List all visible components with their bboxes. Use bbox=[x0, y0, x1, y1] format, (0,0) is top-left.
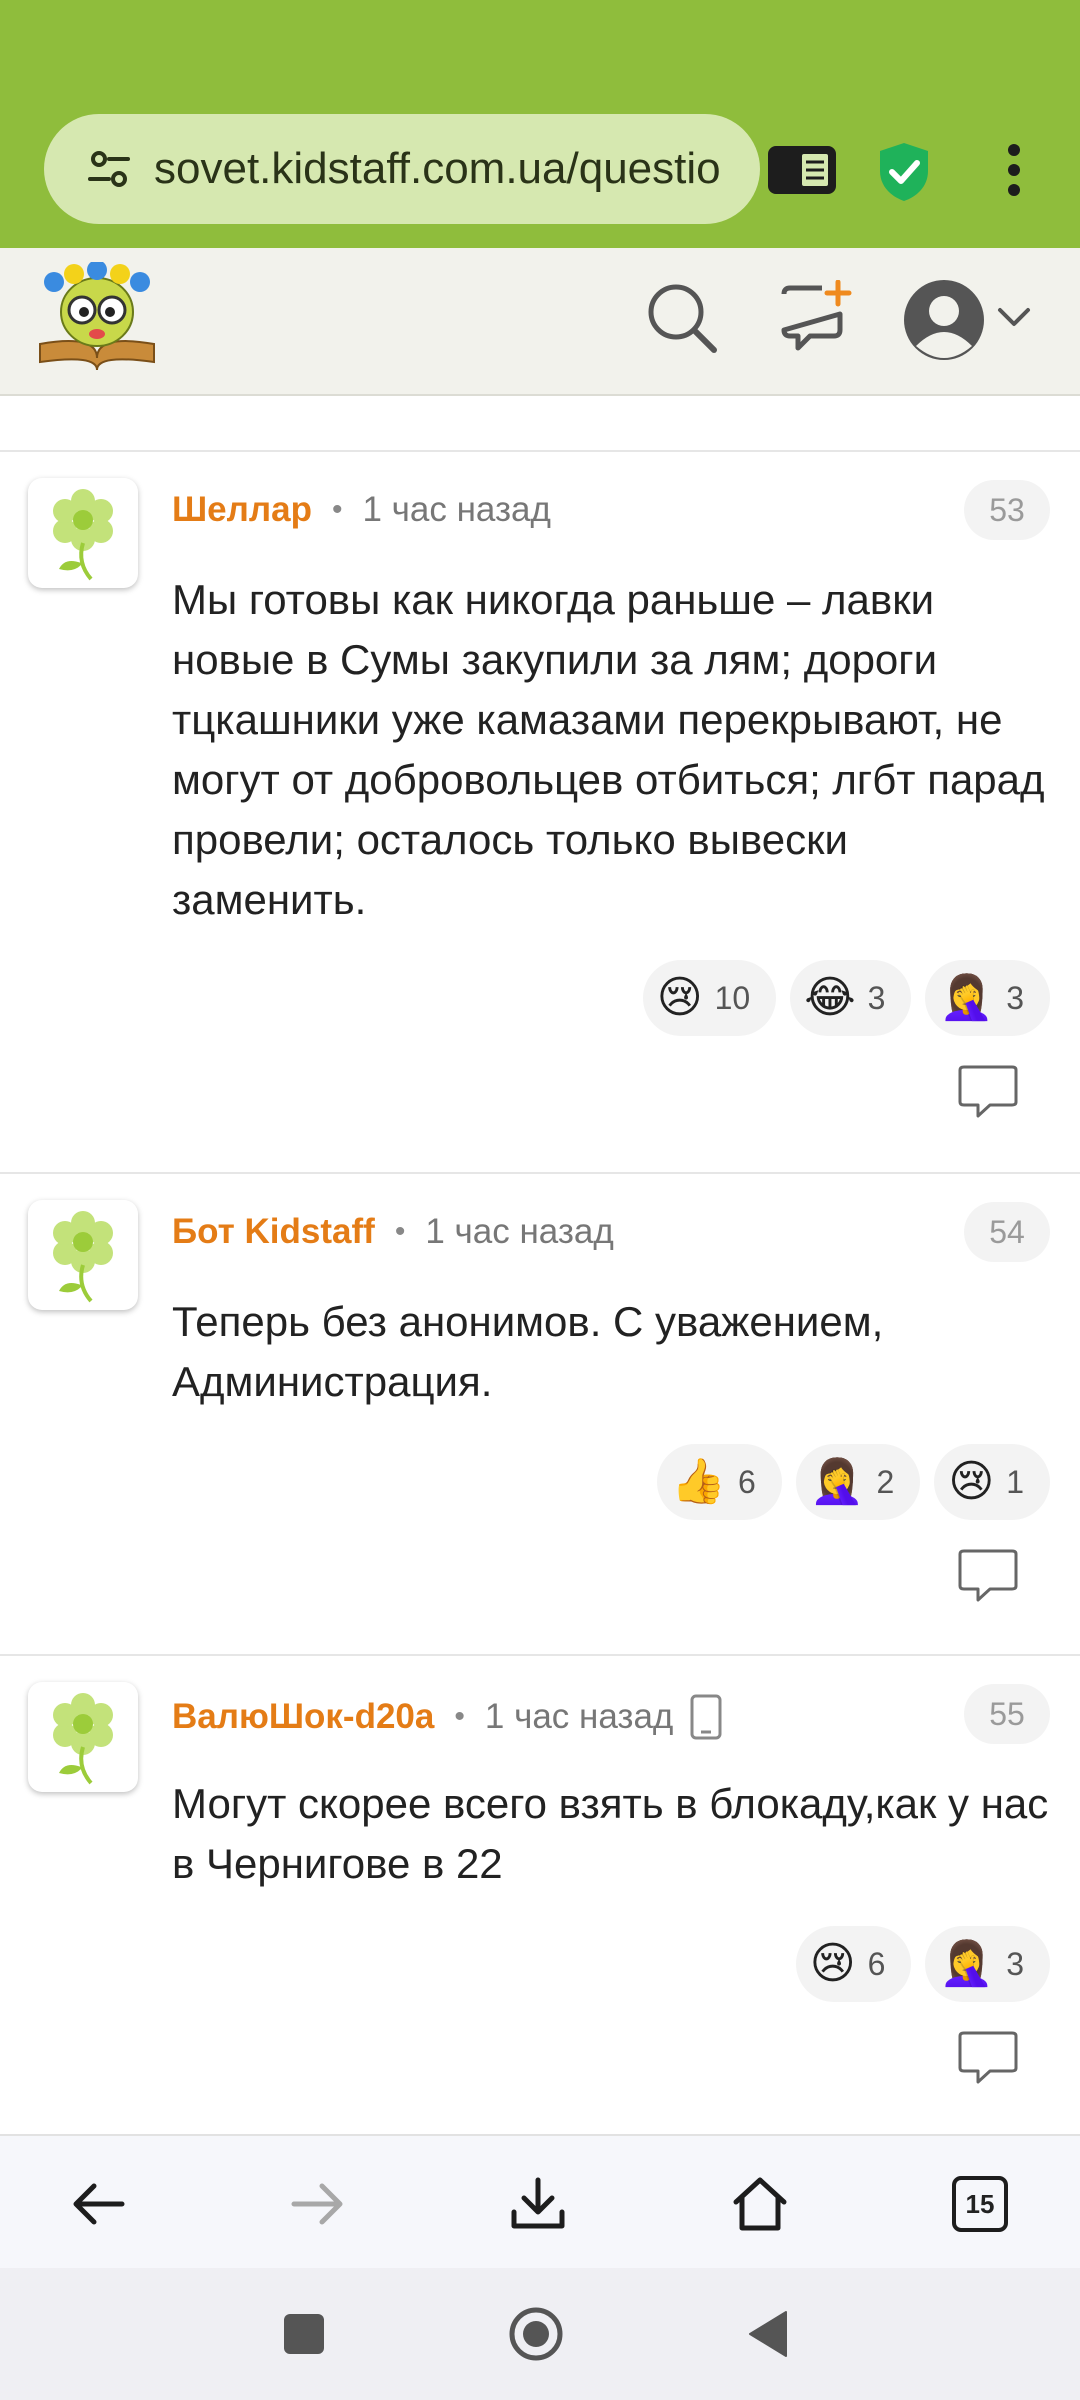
separator-dot: • bbox=[394, 1215, 406, 1248]
comment-item: Бот Kidstaff • 1 час назад 54 Теперь без… bbox=[0, 1174, 1080, 1654]
reaction-count: 6 bbox=[867, 1945, 886, 1982]
user-avatar-icon[interactable] bbox=[902, 278, 986, 367]
facepalm-icon: 🤦‍♀️ bbox=[809, 1457, 865, 1506]
reaction-button[interactable]: 😂 3 bbox=[790, 960, 912, 1036]
comment-meta: Бот Kidstaff • 1 час назад bbox=[172, 1212, 614, 1252]
reaction-count: 3 bbox=[1006, 1945, 1024, 1982]
browser-bottom-bar: 15 bbox=[0, 2134, 1080, 2270]
tab-count: 15 bbox=[952, 2176, 1008, 2232]
url-text[interactable]: sovet.kidstaff.com.ua/questio bbox=[154, 144, 734, 194]
mobile-phone-icon bbox=[690, 1694, 722, 1740]
comment-number[interactable]: 53 bbox=[964, 480, 1050, 540]
shield-icon[interactable] bbox=[874, 140, 934, 204]
reaction-count: 3 bbox=[1006, 979, 1024, 1016]
reaction-count: 3 bbox=[867, 979, 886, 1016]
reaction-count: 1 bbox=[1006, 1463, 1024, 1500]
reaction-button[interactable]: 👍 6 bbox=[657, 1444, 782, 1520]
reaction-button[interactable]: 😢 6 bbox=[795, 1926, 912, 2002]
comment-time: 1 час назад bbox=[362, 490, 551, 529]
home-icon[interactable] bbox=[722, 2166, 798, 2242]
more-options-icon[interactable] bbox=[990, 140, 1038, 200]
comment-meta: ВалюШок-d20a • 1 час назад bbox=[172, 1694, 723, 1740]
reply-icon[interactable] bbox=[956, 1064, 1020, 1120]
search-icon[interactable] bbox=[644, 280, 720, 361]
comment-item: ВалюШок-d20a • 1 час назад 55 Могут скор… bbox=[0, 1656, 1080, 2134]
reaction-button[interactable]: 🤦‍♀️ 2 bbox=[795, 1444, 921, 1520]
tabs-icon[interactable]: 15 bbox=[942, 2166, 1018, 2242]
browser-toolbar: sovet.kidstaff.com.ua/questio bbox=[0, 0, 1080, 248]
comment-number[interactable]: 54 bbox=[964, 1202, 1050, 1262]
back-triangle-icon[interactable] bbox=[746, 2310, 790, 2358]
laughing-face-icon: 😂 bbox=[804, 973, 856, 1022]
comment-text: Теперь без анонимов. С уважением, Админи… bbox=[172, 1298, 884, 1405]
download-icon[interactable] bbox=[500, 2166, 576, 2242]
comment-time: 1 час назад bbox=[484, 1697, 674, 1736]
avatar[interactable] bbox=[28, 1200, 138, 1310]
reactions: 😢 6 🤦‍♀️ 3 bbox=[795, 1926, 1050, 2002]
reaction-count: 10 bbox=[714, 979, 751, 1016]
comment-author[interactable]: ВалюШок-d20a bbox=[172, 1697, 434, 1737]
facepalm-icon: 🤦‍♀️ bbox=[939, 973, 995, 1022]
facepalm-icon: 🤦‍♀️ bbox=[939, 1939, 995, 1988]
reaction-count: 2 bbox=[876, 1463, 895, 1500]
reactions: 👍 6 🤦‍♀️ 2 😢 1 bbox=[657, 1444, 1050, 1520]
new-question-icon[interactable] bbox=[778, 279, 854, 361]
crying-face-icon: 😢 bbox=[656, 973, 703, 1022]
reaction-button[interactable]: 🤦‍♀️ 3 bbox=[925, 1926, 1050, 2002]
reaction-count: 6 bbox=[737, 1463, 756, 1500]
comment-number[interactable]: 55 bbox=[964, 1684, 1050, 1744]
chevron-down-icon[interactable] bbox=[994, 302, 1034, 337]
reply-icon[interactable] bbox=[956, 1548, 1020, 1604]
comment-time: 1 час назад bbox=[425, 1212, 614, 1251]
comment-meta: Шеллар • 1 час назад bbox=[172, 490, 551, 530]
site-logo[interactable] bbox=[34, 260, 160, 374]
comment-author[interactable]: Бот Kidstaff bbox=[172, 1212, 375, 1252]
site-header bbox=[0, 248, 1080, 396]
reply-icon[interactable] bbox=[956, 2030, 1020, 2086]
separator-dot: • bbox=[331, 493, 343, 526]
reaction-button[interactable]: 😢 1 bbox=[934, 1444, 1050, 1520]
site-settings-icon[interactable] bbox=[84, 144, 134, 194]
comment-item: Шеллар • 1 час назад 53 Мы готовы как ни… bbox=[0, 452, 1080, 1172]
flower-icon bbox=[53, 489, 113, 581]
reaction-button[interactable]: 😢 10 bbox=[642, 960, 777, 1036]
reader-mode-icon[interactable] bbox=[766, 140, 838, 200]
reaction-button[interactable]: 🤦‍♀️ 3 bbox=[925, 960, 1050, 1036]
recent-apps-icon[interactable] bbox=[284, 2314, 324, 2354]
home-button-icon[interactable] bbox=[508, 2306, 564, 2362]
comment-author[interactable]: Шеллар bbox=[172, 490, 312, 530]
comment-text: Мы готовы как никогда раньше – лавки нов… bbox=[172, 576, 1045, 923]
reactions: 😢 10 😂 3 🤦‍♀️ 3 bbox=[642, 960, 1050, 1036]
forward-arrow-icon[interactable] bbox=[280, 2166, 356, 2242]
crying-face-icon: 😢 bbox=[948, 1457, 995, 1506]
avatar[interactable] bbox=[28, 478, 138, 588]
separator-dot: • bbox=[454, 1700, 465, 1733]
address-bar[interactable]: sovet.kidstaff.com.ua/questio bbox=[44, 114, 760, 224]
system-navigation-bar bbox=[0, 2268, 1080, 2400]
avatar[interactable] bbox=[28, 1682, 138, 1792]
crying-face-icon: 😢 bbox=[809, 1939, 856, 1988]
comment-text: Могут скорее всего взять в блокаду,как у… bbox=[172, 1780, 1049, 1887]
back-arrow-icon[interactable] bbox=[60, 2166, 136, 2242]
flower-icon bbox=[53, 1211, 113, 1303]
flower-icon bbox=[53, 1693, 113, 1785]
thumbs-up-icon: 👍 bbox=[671, 1457, 726, 1506]
